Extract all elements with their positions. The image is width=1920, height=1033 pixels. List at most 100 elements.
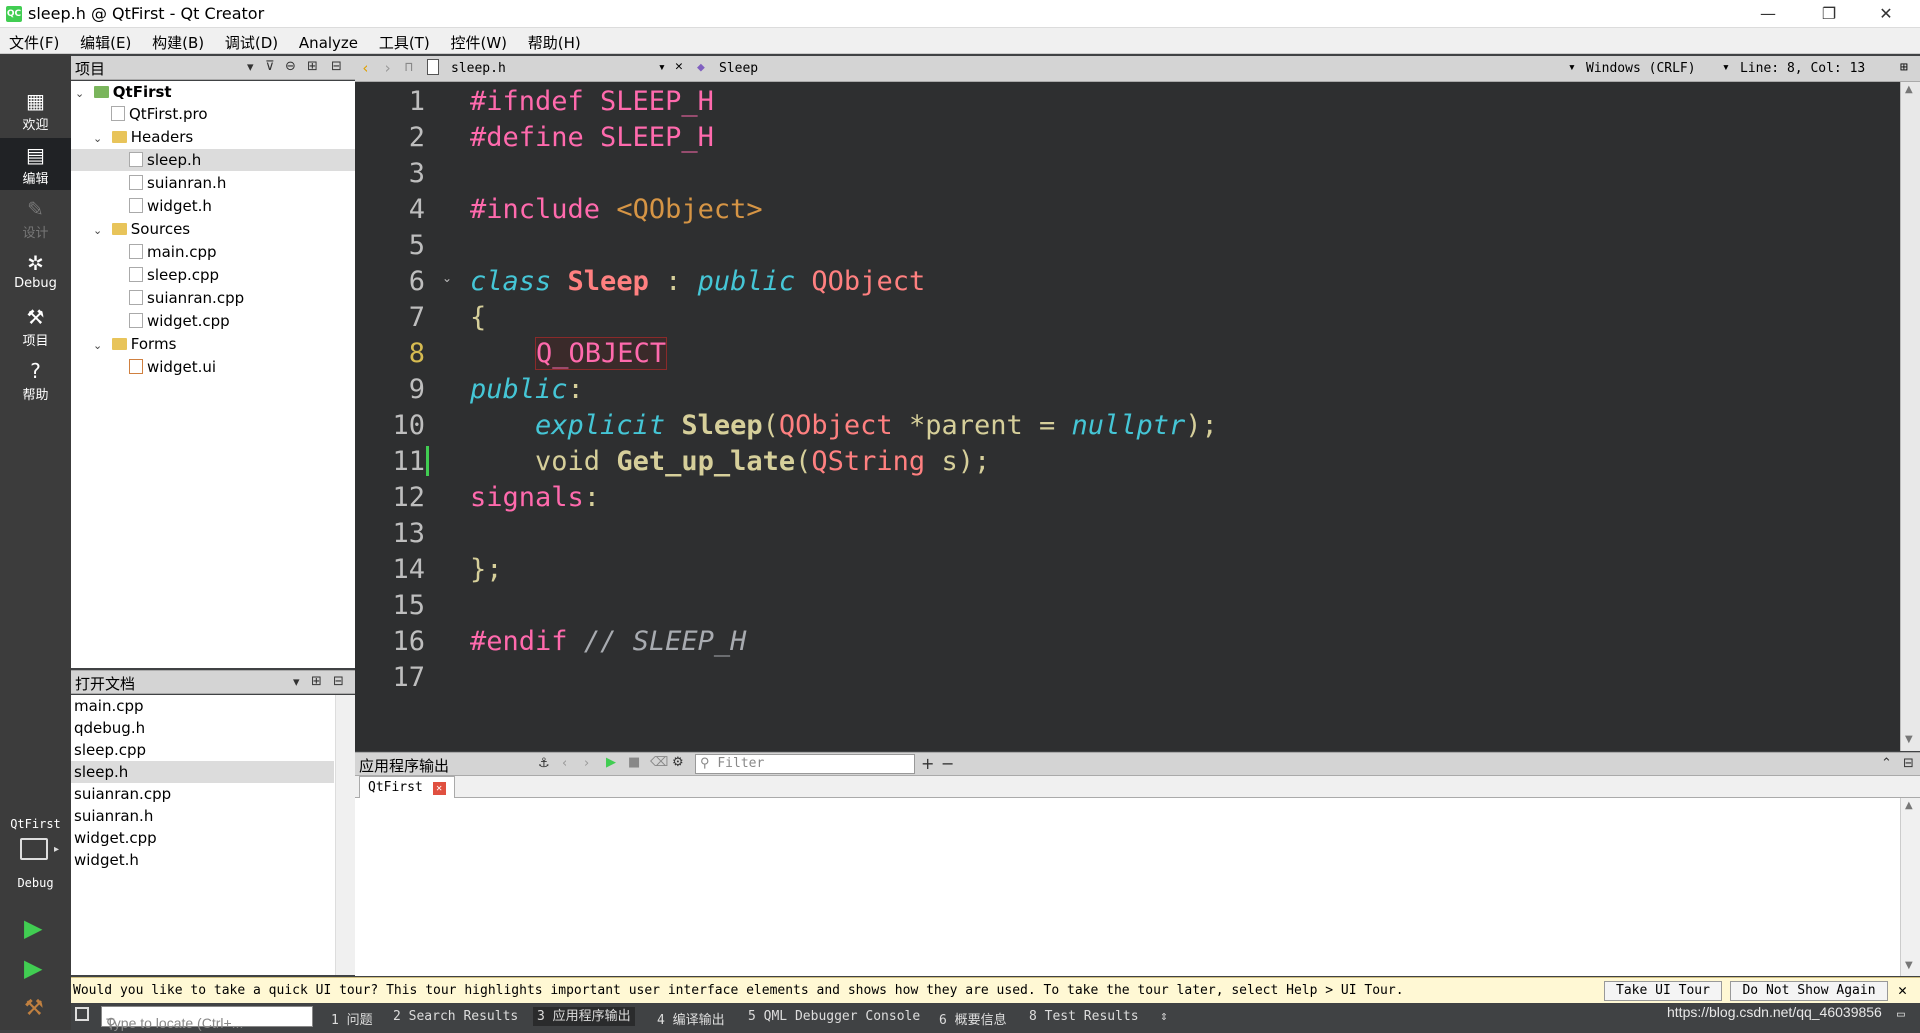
code-line[interactable]: explicit Sleep(QObject *parent = nullptr… bbox=[470, 410, 1218, 441]
close-panel-icon[interactable]: ⊟ bbox=[331, 59, 342, 74]
next-icon[interactable]: › bbox=[584, 756, 589, 771]
file-name[interactable]: sleep.h bbox=[451, 61, 506, 76]
line-ending[interactable]: Windows (CRLF) bbox=[1586, 61, 1696, 76]
updown-icon[interactable]: ⇕ bbox=[1160, 1009, 1168, 1024]
do-not-show-again-button[interactable]: Do Not Show Again bbox=[1730, 981, 1888, 1001]
tree-item-file[interactable]: suianran.h bbox=[71, 172, 355, 194]
cursor-position[interactable]: Line: 8, Col: 13 bbox=[1740, 61, 1865, 76]
open-doc-item[interactable]: widget.h bbox=[74, 849, 334, 871]
code-line[interactable]: void Get_up_late(QString s); bbox=[470, 446, 990, 477]
output-text-area[interactable] bbox=[355, 798, 1900, 976]
attach-icon[interactable]: ⚓ bbox=[538, 756, 550, 771]
open-documents-scrollbar[interactable] bbox=[335, 695, 355, 975]
forward-arrow-icon[interactable]: › bbox=[383, 59, 392, 77]
code-line[interactable]: signals: bbox=[470, 482, 600, 513]
tree-item-file[interactable]: main.cpp bbox=[71, 241, 355, 263]
menu-edit[interactable]: 编辑(E) bbox=[71, 28, 138, 53]
status-tab-app-output[interactable]: 3 应用程序输出 bbox=[533, 1007, 635, 1026]
code-line[interactable]: class Sleep : public QObject bbox=[470, 266, 925, 297]
open-doc-item[interactable]: suianran.h bbox=[74, 805, 334, 827]
back-arrow-icon[interactable]: ‹ bbox=[361, 59, 370, 77]
tree-item-folder[interactable]: ⌄ Forms bbox=[71, 333, 355, 355]
open-doc-item[interactable]: suianran.cpp bbox=[74, 783, 334, 805]
menu-file[interactable]: 文件(F) bbox=[0, 28, 66, 53]
status-tab-issues[interactable]: 1 问题 bbox=[331, 1009, 373, 1028]
mode-projects[interactable]: ⚒ 项目 bbox=[0, 300, 71, 352]
open-doc-item[interactable]: sleep.h bbox=[71, 761, 334, 783]
open-doc-item[interactable]: sleep.cpp bbox=[74, 739, 334, 761]
maximize-pane-icon[interactable]: ⌃ bbox=[1881, 756, 1892, 771]
close-icon[interactable]: ✕ bbox=[1898, 981, 1907, 999]
editor-scrollbar[interactable]: ▲ ▼ bbox=[1900, 82, 1920, 751]
output-scrollbar[interactable]: ▲ ▼ bbox=[1900, 798, 1920, 976]
code-line[interactable]: #define SLEEP_H bbox=[470, 122, 714, 153]
close-button[interactable]: ✕ bbox=[1863, 2, 1909, 26]
tree-item-project[interactable]: ⌄ QtFirst bbox=[71, 81, 355, 103]
menu-tools[interactable]: 工具(T) bbox=[370, 28, 437, 53]
scroll-up-icon[interactable]: ▲ bbox=[1905, 84, 1913, 95]
close-document-icon[interactable]: ✕ bbox=[675, 59, 683, 74]
mode-edit[interactable]: ▤ 编辑 bbox=[0, 138, 71, 190]
code-line[interactable]: #include <QObject> bbox=[470, 194, 763, 225]
tree-item-folder[interactable]: ⌄ Headers bbox=[71, 126, 355, 148]
scroll-down-icon[interactable]: ▼ bbox=[1905, 734, 1913, 745]
close-panel-icon[interactable]: ⊟ bbox=[333, 674, 344, 689]
tree-item-file[interactable]: sleep.h bbox=[71, 149, 355, 171]
output-tab-qtfirst[interactable]: QtFirst ✕ bbox=[359, 776, 455, 798]
toggle-sidebar-icon[interactable] bbox=[75, 1007, 89, 1021]
symbol-name[interactable]: Sleep bbox=[719, 61, 758, 76]
mode-debug[interactable]: ✲ Debug bbox=[0, 246, 71, 298]
menu-debug[interactable]: 调试(D) bbox=[216, 28, 285, 53]
menu-controls[interactable]: 控件(W) bbox=[441, 28, 514, 53]
tree-item-file[interactable]: widget.ui bbox=[71, 356, 355, 378]
status-tab-compile-output[interactable]: 4 编译输出 bbox=[657, 1009, 725, 1028]
code-line[interactable]: Q_OBJECT bbox=[470, 337, 668, 370]
code-line[interactable]: #ifndef SLEEP_H bbox=[470, 86, 714, 117]
gear-icon[interactable]: ⚙ bbox=[672, 755, 684, 770]
close-pane-icon[interactable]: ⊟ bbox=[1903, 756, 1914, 771]
menu-help[interactable]: 帮助(H) bbox=[519, 28, 588, 53]
mode-help[interactable]: ? 帮助 bbox=[0, 354, 71, 406]
mode-welcome[interactable]: ▦ 欢迎 bbox=[0, 84, 71, 136]
open-doc-item[interactable]: qdebug.h bbox=[74, 717, 334, 739]
debug-run-icon[interactable]: ▶ bbox=[24, 954, 42, 982]
restore-button[interactable]: ❐ bbox=[1806, 2, 1852, 26]
status-tab-test-results[interactable]: 8 Test Results bbox=[1029, 1009, 1139, 1024]
code-editor[interactable]: #ifndef SLEEP_H #define SLEEP_H #include <… bbox=[466, 82, 1900, 751]
clear-icon[interactable]: ⌫ bbox=[650, 755, 668, 770]
run-icon[interactable]: ▶ bbox=[606, 755, 616, 770]
chevron-down-icon[interactable]: ▾ bbox=[1722, 60, 1730, 75]
status-tab-qml-console[interactable]: 5 QML Debugger Console bbox=[748, 1009, 920, 1024]
previous-icon[interactable]: ‹ bbox=[562, 756, 567, 771]
code-line[interactable]: #endif // SLEEP_H bbox=[470, 626, 746, 657]
chevron-down-icon[interactable]: ▾ bbox=[1568, 60, 1576, 75]
close-tab-icon[interactable]: ✕ bbox=[432, 782, 446, 795]
split-icon[interactable]: ⊞ bbox=[1900, 60, 1908, 75]
monitor-icon[interactable] bbox=[20, 838, 48, 860]
menu-analyze[interactable]: Analyze bbox=[290, 30, 365, 52]
status-tab-general-messages[interactable]: 6 概要信息 bbox=[939, 1009, 1007, 1028]
tree-item-folder[interactable]: ⌄ Sources bbox=[71, 218, 355, 240]
menu-build[interactable]: 构建(B) bbox=[143, 28, 211, 53]
take-ui-tour-button[interactable]: Take UI Tour bbox=[1604, 981, 1722, 1001]
open-doc-item[interactable]: main.cpp bbox=[74, 695, 334, 717]
chevron-down-icon[interactable]: ▾ bbox=[247, 60, 254, 75]
chevron-down-icon[interactable]: ⌄ bbox=[93, 220, 107, 242]
zoom-in-icon[interactable]: + bbox=[921, 754, 934, 773]
chevron-down-icon[interactable]: ▾ bbox=[658, 60, 666, 75]
tree-item-file[interactable]: suianran.cpp bbox=[71, 287, 355, 309]
status-tab-search[interactable]: 2 Search Results bbox=[393, 1009, 518, 1024]
code-line[interactable]: }; bbox=[470, 554, 503, 585]
locator-input[interactable]: ⚲ Type to locate (Ctrl+... bbox=[101, 1006, 313, 1031]
progress-details-icon[interactable]: ▭ bbox=[1897, 1007, 1905, 1022]
code-line[interactable]: { bbox=[470, 302, 486, 333]
chevron-down-icon[interactable]: ⌄ bbox=[75, 83, 89, 105]
chevron-down-icon[interactable]: ⌄ bbox=[93, 128, 107, 150]
output-filter-input[interactable]: ⚲ Filter bbox=[695, 754, 915, 774]
tree-item-file[interactable]: QtFirst.pro bbox=[71, 103, 355, 125]
kit-arrow-icon[interactable]: ▸ bbox=[54, 844, 59, 855]
chevron-down-icon[interactable]: ▾ bbox=[293, 675, 300, 690]
tree-item-file[interactable]: widget.cpp bbox=[71, 310, 355, 332]
split-icon[interactable]: ⊞ bbox=[311, 674, 322, 689]
minimize-button[interactable]: — bbox=[1745, 2, 1791, 26]
